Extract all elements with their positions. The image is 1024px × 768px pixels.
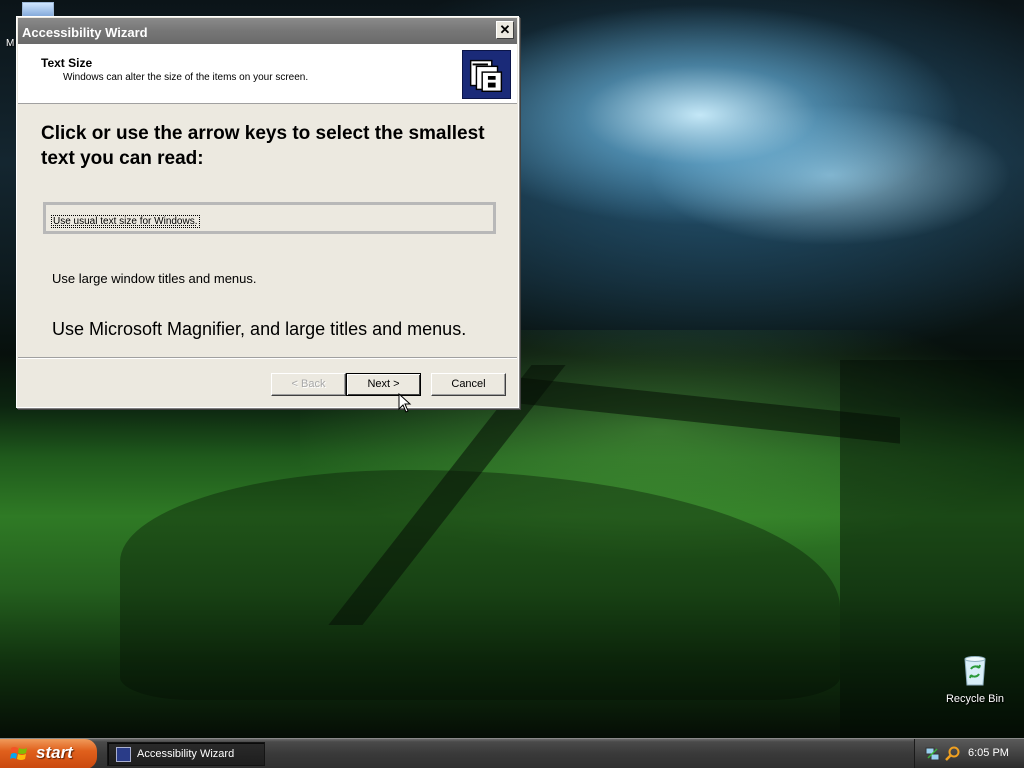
accessibility-wizard-dialog: Accessibility Wizard ✕ Text Size Windows… bbox=[16, 16, 519, 413]
start-button[interactable]: start bbox=[0, 739, 97, 768]
option-magnifier[interactable]: Use Microsoft Magnifier, and large title… bbox=[52, 319, 466, 340]
recycle-bin-desktop-icon[interactable]: Recycle Bin bbox=[940, 655, 1010, 705]
wizard-step-title: Text Size bbox=[41, 56, 93, 70]
taskbar-item-label: Accessibility Wizard bbox=[137, 748, 235, 760]
recycle-bin-label: Recycle Bin bbox=[945, 693, 1005, 705]
desktop-icon-label-partial: M bbox=[6, 38, 15, 49]
close-button[interactable]: ✕ bbox=[496, 21, 514, 39]
cancel-button[interactable]: Cancel bbox=[431, 373, 506, 396]
wizard-step-subtitle: Windows can alter the size of the items … bbox=[63, 72, 309, 83]
dialog-titlebar[interactable]: Accessibility Wizard ✕ bbox=[18, 18, 517, 44]
button-divider bbox=[18, 357, 517, 359]
accessibility-wizard-icon bbox=[462, 50, 511, 99]
option-large-titles[interactable]: Use large window titles and menus. bbox=[52, 271, 257, 286]
taskbar-item-accessibility-wizard[interactable]: Accessibility Wizard bbox=[107, 742, 265, 766]
network-icon[interactable] bbox=[925, 746, 941, 762]
close-icon: ✕ bbox=[499, 22, 511, 37]
instruction-heading: Click or use the arrow keys to select th… bbox=[41, 123, 485, 169]
system-tray: 6:05 PM bbox=[914, 739, 1024, 768]
dialog-title: Accessibility Wizard bbox=[22, 25, 148, 40]
option-label: Use usual text size for Windows. bbox=[51, 215, 200, 228]
search-icon[interactable] bbox=[945, 746, 961, 762]
option-usual-text-size[interactable]: Use usual text size for Windows. bbox=[43, 202, 496, 234]
start-label: start bbox=[36, 743, 73, 762]
back-button[interactable]: < Back bbox=[271, 373, 346, 396]
windows-logo-icon bbox=[10, 747, 27, 760]
recycle-bin-icon bbox=[964, 656, 986, 686]
mouse-cursor-icon bbox=[398, 393, 412, 413]
accessibility-wizard-small-icon bbox=[116, 747, 131, 762]
wizard-header: Text Size Windows can alter the size of … bbox=[18, 44, 517, 104]
taskbar: start Accessibility Wizard 6:05 PM bbox=[0, 738, 1024, 768]
taskbar-clock[interactable]: 6:05 PM bbox=[968, 747, 1009, 759]
